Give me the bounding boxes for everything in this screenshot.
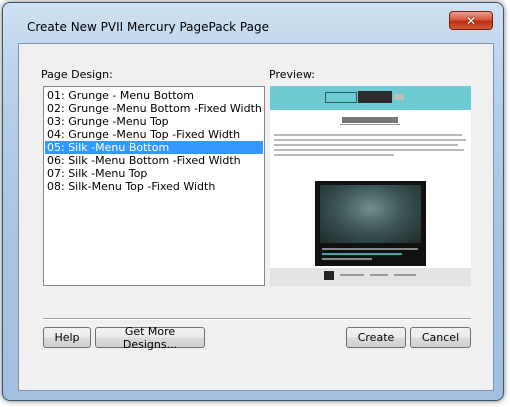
dialog-client-area: Page Design: Preview: 01: Grunge - Menu …: [18, 43, 494, 391]
get-more-designs-button[interactable]: Get More Designs...: [95, 325, 205, 351]
cancel-button[interactable]: Cancel: [410, 327, 471, 348]
list-item[interactable]: 08: Silk-Menu Top -Fixed Width: [45, 180, 263, 193]
separator: [43, 318, 471, 320]
list-item[interactable]: 04: Grunge -Menu Top -Fixed Width: [45, 128, 263, 141]
preview-footer-link: [370, 274, 388, 276]
page-design-label: Page Design:: [41, 68, 113, 81]
preview-logo-tag: [394, 94, 404, 100]
preview-text-line: [274, 149, 464, 151]
preview-label: Preview:: [269, 68, 315, 81]
preview-caption-line: [322, 258, 372, 260]
preview-logo: [325, 92, 357, 103]
preview-footer: [270, 268, 471, 286]
dialog-window: Create New PVII Mercury PagePack Page ✕ …: [2, 2, 504, 401]
close-icon: ✕: [465, 13, 477, 28]
close-button[interactable]: ✕: [449, 11, 493, 30]
preview-logo-block: [358, 91, 392, 103]
preview-heading: [342, 117, 398, 123]
preview-text-line: [274, 154, 394, 156]
list-item[interactable]: 06: Silk -Menu Bottom -Fixed Width: [45, 154, 263, 167]
preview-text-line: [274, 139, 466, 141]
preview-divider: [340, 124, 400, 125]
help-button[interactable]: Help: [43, 327, 91, 348]
list-item-selected[interactable]: 05: Silk -Menu Bottom: [45, 141, 263, 154]
list-item[interactable]: 07: Silk -Menu Top: [45, 167, 263, 180]
list-item[interactable]: 02: Grunge -Menu Bottom -Fixed Width: [45, 102, 263, 115]
page-design-list[interactable]: 01: Grunge - Menu Bottom 02: Grunge -Men…: [43, 86, 265, 286]
preview-caption-link: [322, 253, 402, 255]
preview-footer-link: [340, 274, 364, 276]
preview-caption-line: [322, 248, 418, 250]
list-item[interactable]: 03: Grunge -Menu Top: [45, 115, 263, 128]
preview-footer-link: [394, 274, 416, 276]
window-title: Create New PVII Mercury PagePack Page: [27, 20, 269, 34]
preview-image: [320, 185, 421, 243]
preview-text-line: [274, 144, 458, 146]
preview-footer-active-link: [324, 271, 334, 280]
preview-text-line: [274, 134, 462, 136]
preview-pane: [270, 86, 471, 286]
create-button[interactable]: Create: [346, 327, 406, 348]
list-item[interactable]: 01: Grunge - Menu Bottom: [45, 89, 263, 102]
